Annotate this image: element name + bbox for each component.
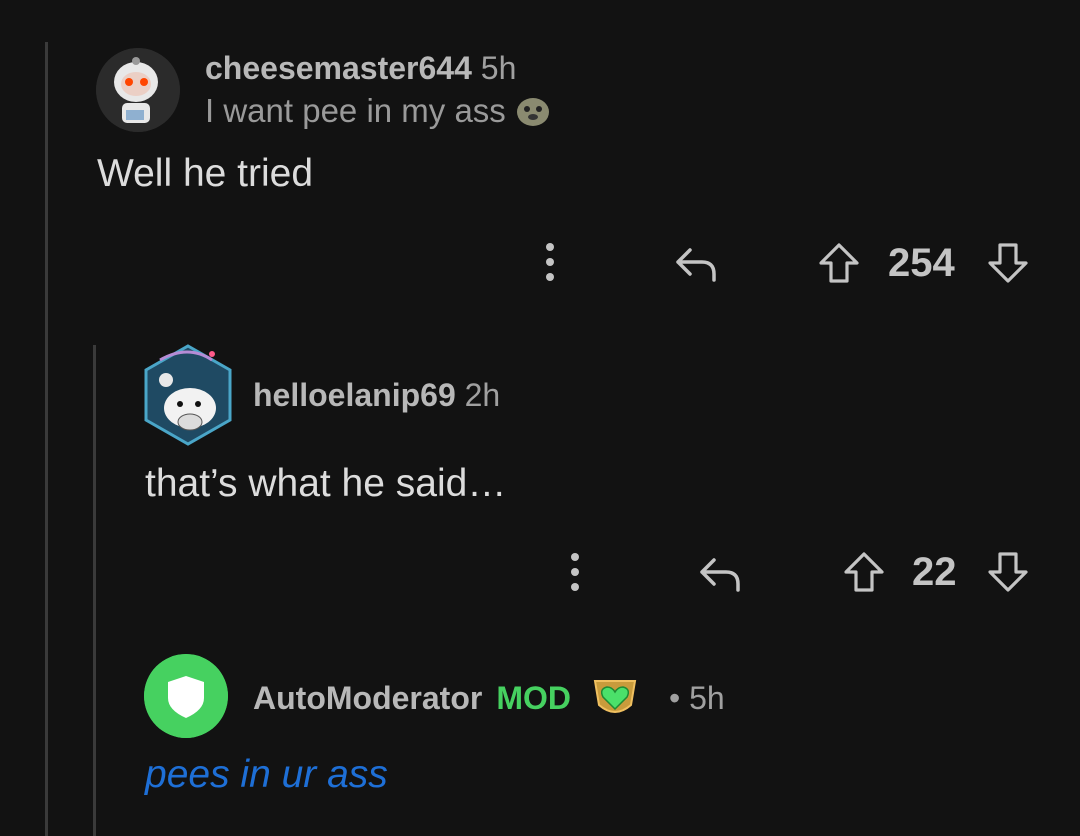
downvote-button[interactable] xyxy=(984,547,1032,597)
avatar[interactable] xyxy=(144,654,228,738)
vote-score: 22 xyxy=(912,550,957,594)
avatar[interactable] xyxy=(140,340,236,450)
thread-line-root[interactable] xyxy=(45,42,48,836)
comment-body: Well he tried xyxy=(97,152,314,195)
comment-body: pees in ur ass xyxy=(145,753,388,796)
mod-badge: MOD xyxy=(496,679,571,716)
reply-icon xyxy=(676,248,716,282)
username[interactable]: cheesemaster644 xyxy=(205,50,472,86)
more-options-button[interactable] xyxy=(535,238,565,286)
user-flair: I want pee in my ass xyxy=(205,92,506,129)
reply-button[interactable] xyxy=(670,238,722,286)
downvote-icon xyxy=(988,243,1028,283)
username[interactable]: helloelanip69 xyxy=(253,377,456,413)
reply-icon xyxy=(700,558,740,592)
comment-body: that’s what he said… xyxy=(145,462,507,505)
timestamp: • 5h xyxy=(668,679,725,716)
downvote-button[interactable] xyxy=(984,238,1032,288)
avatar[interactable] xyxy=(96,48,180,132)
upvote-button[interactable] xyxy=(840,547,888,597)
reply-button[interactable] xyxy=(694,548,746,596)
upvote-icon xyxy=(844,552,884,592)
username[interactable]: AutoModerator xyxy=(253,680,482,717)
more-icon xyxy=(546,243,554,281)
downvote-icon xyxy=(988,552,1028,592)
shield-icon xyxy=(144,654,228,738)
timestamp: 5h xyxy=(480,50,517,86)
vote-score: 254 xyxy=(888,241,955,285)
more-options-button[interactable] xyxy=(560,548,590,596)
thread-line-reply[interactable] xyxy=(93,345,96,836)
heart-award-icon xyxy=(591,675,639,721)
timestamp: 2h xyxy=(464,377,501,413)
upvote-button[interactable] xyxy=(815,238,863,288)
more-icon xyxy=(571,553,579,591)
upvote-icon xyxy=(819,243,859,283)
flair-emoji-icon xyxy=(514,94,552,128)
